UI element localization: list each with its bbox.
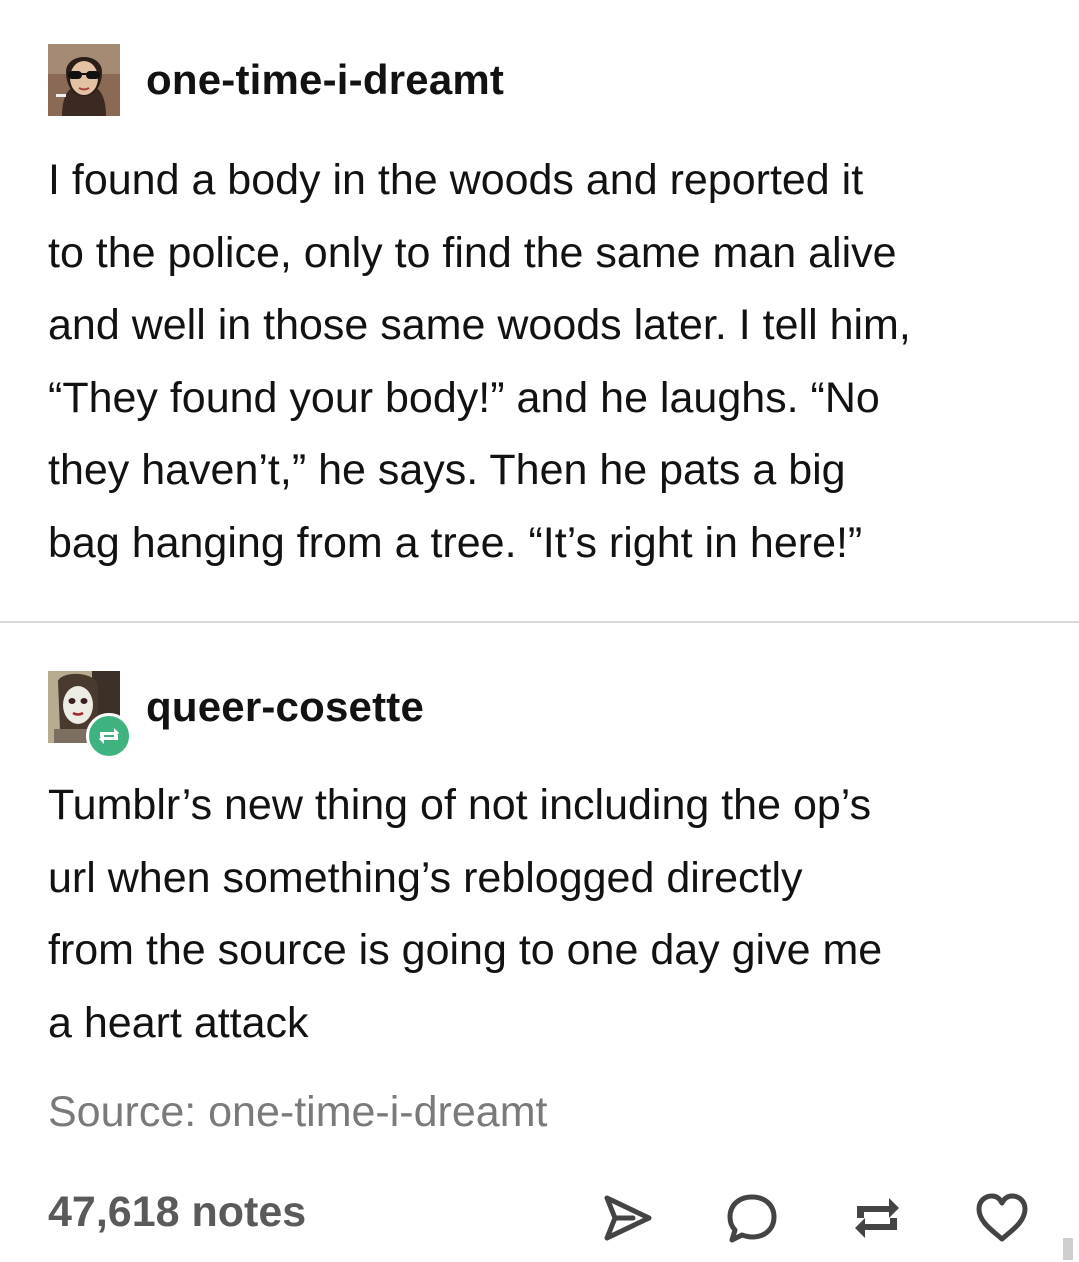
username[interactable]: one-time-i-dreamt — [146, 56, 504, 104]
reblog-icon — [855, 1198, 899, 1238]
username[interactable]: queer-cosette — [146, 683, 424, 731]
original-post: one-time-i-dreamt I found a body in the … — [0, 0, 1079, 620]
like-icon — [976, 1193, 1028, 1242]
reblog-icon — [99, 728, 119, 744]
reblog-badge — [86, 713, 132, 759]
reblog-text: Tumblr’s new thing of not including the … — [48, 781, 883, 1047]
like-button[interactable] — [972, 1188, 1032, 1248]
reblog-post: queer-cosette Tumblr’s new thing of not … — [0, 623, 1079, 1073]
share-icon — [604, 1195, 652, 1241]
source-link[interactable]: Source: one-time-i-dreamt — [48, 1088, 547, 1137]
share-button[interactable] — [597, 1188, 657, 1248]
reblog-header: queer-cosette — [48, 671, 424, 759]
reply-button[interactable] — [722, 1188, 782, 1248]
avatar[interactable] — [48, 671, 132, 759]
notes-count[interactable]: 47,618 notes — [48, 1188, 306, 1237]
avatar[interactable] — [48, 44, 120, 116]
post-text: I found a body in the woods and reported… — [48, 156, 911, 567]
original-post-header: one-time-i-dreamt — [48, 44, 504, 116]
post-footer: 47,618 notes — [0, 1180, 1079, 1250]
user-avatar-sunglasses-icon — [48, 44, 120, 116]
reply-icon — [727, 1194, 777, 1243]
scroll-indicator — [1063, 1238, 1073, 1260]
reblog-button[interactable] — [847, 1188, 907, 1248]
